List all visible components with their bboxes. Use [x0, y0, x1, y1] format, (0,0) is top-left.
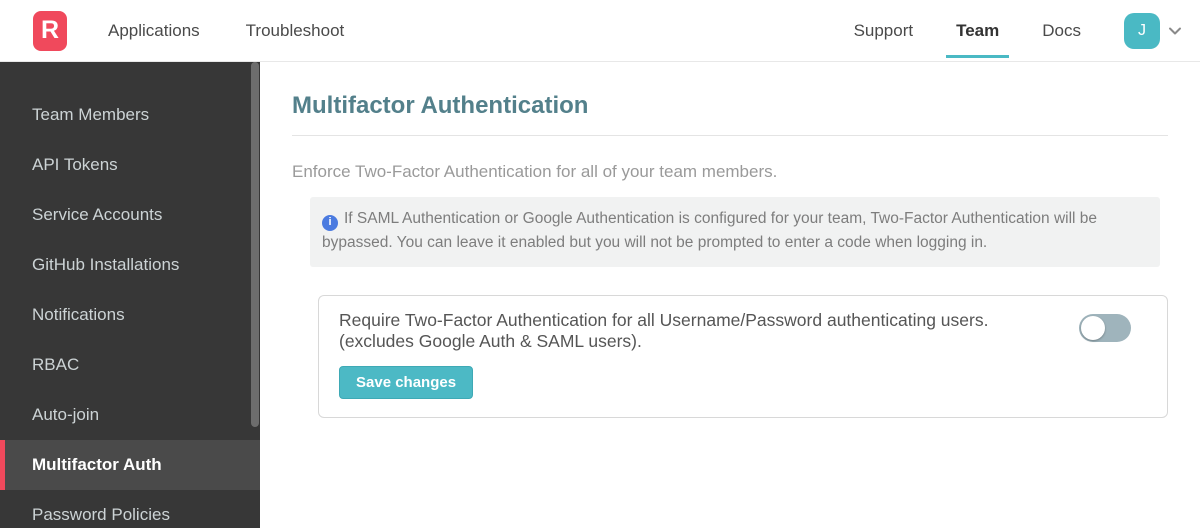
info-icon: i — [322, 214, 338, 231]
settings-sidebar: Team Members API Tokens Service Accounts… — [0, 62, 260, 528]
page-title: Multifactor Authentication — [292, 92, 589, 119]
setting-label-line2: (excludes Google Auth & SAML users). — [339, 330, 642, 351]
info-note-text: If SAML Authentication or Google Authent… — [322, 210, 1098, 252]
require-two-factor-toggle[interactable] — [1079, 314, 1131, 343]
nav-applications[interactable]: Applications — [108, 21, 200, 41]
sidebar-item-rbac[interactable]: RBAC — [0, 340, 260, 390]
toggle-knob — [1081, 316, 1105, 341]
save-changes-button[interactable]: Save changes — [339, 366, 474, 400]
sidebar-item-auto-join[interactable]: Auto-join — [0, 390, 260, 440]
user-avatar[interactable]: J — [1124, 12, 1160, 49]
main-content: Multifactor Authentication Enforce Two-F… — [260, 62, 1200, 528]
title-divider — [292, 135, 1168, 136]
top-nav-bar: R Applications Troubleshoot Support Team… — [0, 0, 1200, 62]
secondary-nav: Support Team Docs J — [854, 12, 1186, 58]
nav-docs[interactable]: Docs — [1042, 21, 1081, 41]
sidebar-item-team-members[interactable]: Team Members — [0, 90, 260, 140]
page-body: Team Members API Tokens Service Accounts… — [0, 62, 1200, 528]
two-factor-setting-card: Require Two-Factor Authentication for al… — [318, 295, 1168, 419]
sidebar-scrollbar-thumb[interactable] — [251, 62, 259, 427]
chevron-down-icon[interactable] — [1166, 21, 1186, 41]
nav-support[interactable]: Support — [854, 21, 914, 41]
sidebar-item-password-policies[interactable]: Password Policies — [0, 490, 260, 528]
nav-team[interactable]: Team — [946, 21, 1010, 58]
sidebar-item-api-tokens[interactable]: API Tokens — [0, 140, 260, 190]
sidebar-item-notifications[interactable]: Notifications — [0, 290, 260, 340]
nav-troubleshoot[interactable]: Troubleshoot — [246, 21, 345, 41]
sidebar-item-multifactor-auth[interactable]: Multifactor Auth — [0, 440, 260, 490]
primary-nav: Applications Troubleshoot — [108, 21, 390, 41]
sidebar-item-service-accounts[interactable]: Service Accounts — [0, 190, 260, 240]
setting-label-line1: Require Two-Factor Authentication for al… — [339, 310, 989, 331]
rollbar-logo[interactable]: R — [33, 10, 67, 51]
page-description: Enforce Two-Factor Authentication for al… — [292, 162, 778, 181]
saml-bypass-info-note: i If SAML Authentication or Google Authen… — [310, 197, 1160, 268]
sidebar-item-github-installations[interactable]: GitHub Installations — [0, 240, 260, 290]
